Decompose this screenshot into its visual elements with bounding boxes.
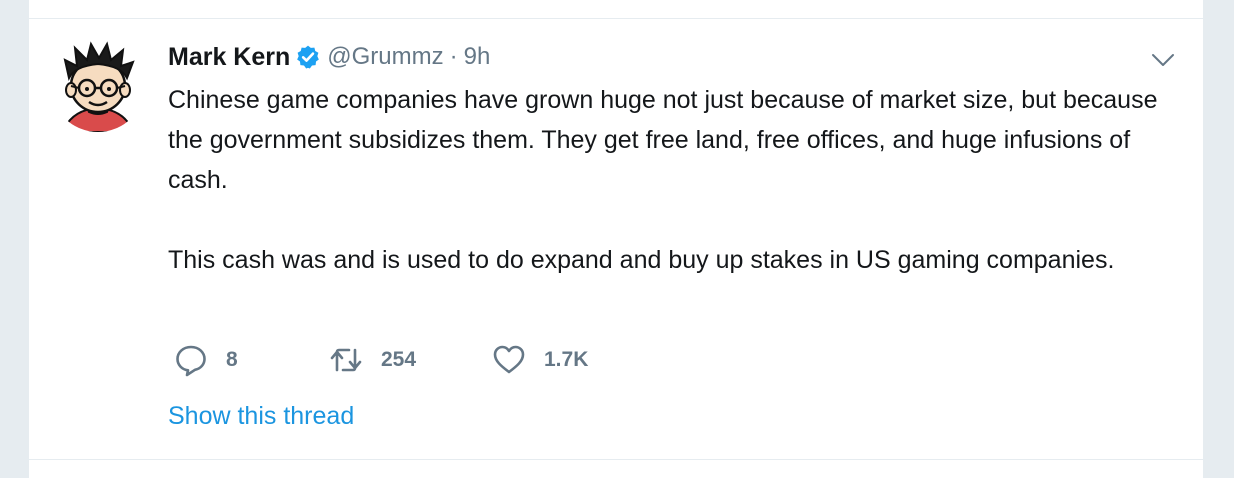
tweet-paragraph: Chinese game companies have grown huge n… bbox=[168, 86, 1158, 194]
verified-badge-icon bbox=[295, 44, 321, 70]
divider bbox=[29, 459, 1203, 460]
retweet-icon bbox=[329, 343, 363, 377]
retweet-button[interactable]: 254 bbox=[329, 343, 492, 377]
author-name[interactable]: Mark Kern bbox=[168, 43, 290, 72]
avatar[interactable] bbox=[51, 38, 145, 132]
tweet-actions: 8 254 1.7K bbox=[174, 342, 588, 378]
separator-dot: · bbox=[449, 43, 458, 70]
chevron-down-icon[interactable] bbox=[1151, 48, 1175, 72]
heart-icon bbox=[492, 343, 526, 377]
like-button[interactable]: 1.7K bbox=[492, 343, 588, 377]
divider bbox=[29, 18, 1203, 19]
tweet-paragraph: This cash was and is used to do expand a… bbox=[168, 246, 1115, 274]
like-count: 1.7K bbox=[544, 348, 589, 371]
timeline: Mark Kern @Grummz · 9h Chinese game comp… bbox=[29, 0, 1203, 478]
reply-count: 8 bbox=[226, 348, 238, 371]
show-thread-link[interactable]: Show this thread bbox=[168, 402, 354, 431]
reply-button[interactable]: 8 bbox=[174, 343, 329, 377]
cartoon-avatar-icon bbox=[51, 38, 145, 132]
reply-icon bbox=[174, 343, 208, 377]
timestamp[interactable]: 9h bbox=[464, 43, 491, 71]
tweet-header: Mark Kern @Grummz · 9h bbox=[168, 40, 490, 74]
retweet-count: 254 bbox=[381, 348, 417, 371]
author-handle[interactable]: @Grummz bbox=[327, 43, 443, 71]
tweet-text: Chinese game companies have grown huge n… bbox=[168, 80, 1188, 280]
